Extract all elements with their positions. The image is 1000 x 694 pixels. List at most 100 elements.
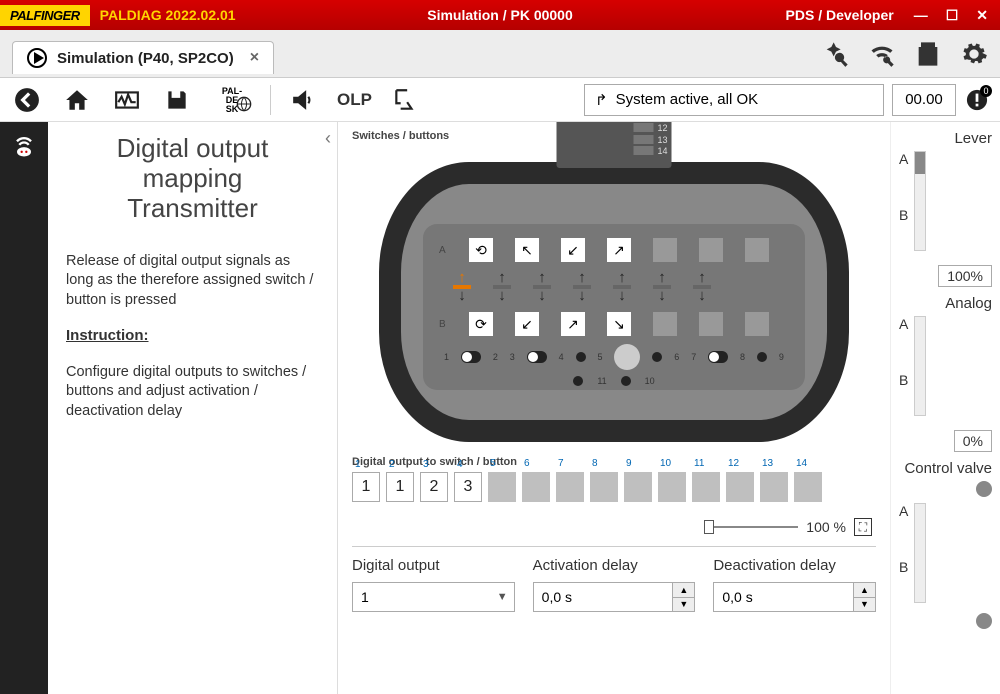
cv-indicator-top [976,481,992,497]
info-description: Release of digital output signals as lon… [66,252,319,311]
gear-icon[interactable] [960,40,988,68]
brand-logo: PALFINGER [0,5,90,26]
map-cell-7[interactable]: 7 [556,472,584,502]
scope-icon[interactable] [110,83,144,117]
window-subtitle: Simulation / PK 00000 [427,7,573,23]
user-mode-label: PDS / Developer [786,7,894,23]
main-knob[interactable] [614,344,640,370]
close-button[interactable]: ✕ [976,7,988,24]
map-cell-10[interactable]: 10 [658,472,686,502]
map-cell-2[interactable]: 21 [386,472,414,502]
map-cell-11[interactable]: 11 [692,472,720,502]
cv-bar [914,503,926,603]
app-header: Simulation (P40, SP2CO) × [0,30,1000,78]
crane-pulse-icon[interactable] [388,83,422,117]
button-9[interactable] [757,352,767,362]
cfg-deactivation-label: Deactivation delay [713,557,876,574]
map-cell-5[interactable]: 5 [488,472,516,502]
switch-b5[interactable] [653,312,677,336]
zoom-slider[interactable] [708,526,798,528]
play-icon [27,48,47,68]
digital-output-select[interactable]: 1▼ [352,582,515,612]
spark-search-icon[interactable] [822,40,850,68]
tab-close-icon[interactable]: × [250,49,259,67]
clipboard-icon[interactable] [914,40,942,68]
switch-a3[interactable]: ↙ [561,238,585,262]
tab-simulation[interactable]: Simulation (P40, SP2CO) × [12,41,274,74]
switch-a5[interactable] [653,238,677,262]
save-button[interactable] [160,83,194,117]
map-cell-9[interactable]: 9 [624,472,652,502]
toggle-1[interactable] [461,351,481,363]
button-10[interactable] [621,376,631,386]
button-6[interactable] [652,352,662,362]
analog-value: 0% [954,430,992,452]
paldesk-button[interactable]: PAL-DESK [210,83,254,117]
instruction-heading: Instruction: [66,326,319,346]
map-cell-6[interactable]: 6 [522,472,550,502]
switch-b4[interactable]: ↘ [607,312,631,336]
control-valve-heading: Control valve [899,460,992,477]
tab-label: Simulation (P40, SP2CO) [57,50,234,67]
status-counter: 00.00 [892,84,956,116]
content-area: Switches / buttons 12 13 14 A ⟲ ↖ ↙ ↗ [338,122,890,694]
instruction-text: Configure digital outputs to switches / … [66,363,319,422]
minimize-button[interactable]: — [914,7,928,24]
collapse-panel-icon[interactable]: ‹ [325,128,331,149]
cfg-output-label: Digital output [352,557,515,574]
status-arrow-icon: ↱ [595,91,608,109]
toggle-3[interactable] [708,351,728,363]
status-text: System active, all OK [616,91,759,108]
map-cell-8[interactable]: 8 [590,472,618,502]
cfg-activation-label: Activation delay [533,557,696,574]
transmitter-top-module: 12 13 14 [557,122,672,168]
switch-b6[interactable] [699,312,723,336]
switch-a1[interactable]: ⟲ [469,238,493,262]
map-cell-12[interactable]: 12 [726,472,754,502]
analog-heading: Analog [899,295,992,312]
page-title: Digital output mappingTransmitter [66,134,319,224]
switch-b3[interactable]: ↗ [561,312,585,336]
switch-b7[interactable] [745,312,769,336]
fullscreen-icon[interactable]: ⛶ [854,518,872,536]
activation-delay-input[interactable]: 0,0 s▲▼ [533,582,696,612]
app-title: PALDIAG 2022.02.01 [100,7,236,23]
left-rail [0,122,48,694]
toolbar: PAL-DESK OLP ↱ System active, all OK 00.… [0,78,1000,122]
lever-value: 100% [938,265,992,287]
map-cell-14[interactable]: 14 [794,472,822,502]
status-box: ↱ System active, all OK [584,84,884,116]
zoom-value: 100 % [806,519,846,535]
switch-a7[interactable] [745,238,769,262]
info-panel: ‹ Digital output mappingTransmitter Rele… [48,122,338,694]
analog-bar [914,316,926,416]
map-cell-3[interactable]: 32 [420,472,448,502]
switch-a4[interactable]: ↗ [607,238,631,262]
maximize-button[interactable]: ☐ [946,7,959,24]
toggle-2[interactable] [527,351,547,363]
deactivation-delay-input[interactable]: 0,0 s▲▼ [713,582,876,612]
bottom-controls: 12 34 5 6 78 9 [439,344,789,370]
transmitter-graphic: 12 13 14 A ⟲ ↖ ↙ ↗ [352,146,876,446]
wifi-search-icon[interactable] [868,40,896,68]
zoom-control: 100 % ⛶ [352,518,872,536]
map-cell-1[interactable]: 11 [352,472,380,502]
cv-indicator-bottom [976,613,992,629]
back-button[interactable] [10,83,44,117]
map-cell-4[interactable]: 43 [454,472,482,502]
switch-a2[interactable]: ↖ [515,238,539,262]
switch-b2[interactable]: ↙ [515,312,539,336]
button-5[interactable] [576,352,586,362]
home-button[interactable] [60,83,94,117]
map-cell-13[interactable]: 13 [760,472,788,502]
olp-label[interactable]: OLP [337,90,372,110]
output-mapping-row: Digital output to switch / button 112132… [352,456,876,502]
alert-icon[interactable] [964,87,990,113]
button-11[interactable] [573,376,583,386]
horn-icon[interactable] [287,83,321,117]
switch-a6[interactable] [699,238,723,262]
transmitter-nav-icon[interactable] [10,132,38,165]
title-bar: PALFINGER PALDIAG 2022.02.01 Simulation … [0,0,1000,30]
config-row: Digital output 1▼ Activation delay 0,0 s… [352,546,876,612]
switch-b1[interactable]: ⟳ [469,312,493,336]
